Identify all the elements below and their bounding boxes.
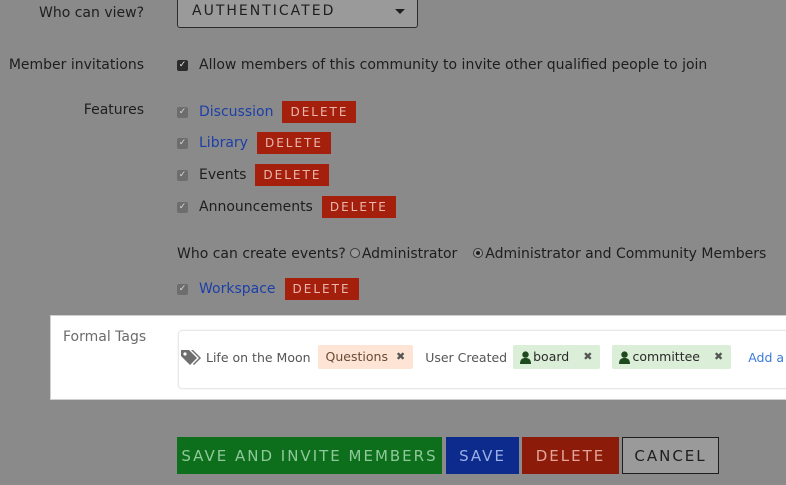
invitations-row: ✓ Allow members of this community to inv… [177,57,707,73]
events-checkbox[interactable]: ✓ [177,169,188,181]
remove-board-icon[interactable]: ✖ [583,345,592,369]
feature-events-row: ✓ Events DELETE [177,164,330,186]
workspace-delete-button[interactable]: DELETE [284,278,359,300]
tag-life-on-the-moon: Life on the Moon [206,349,311,365]
tags-row: Life on the Moon Questions ✖ User Create… [179,345,786,369]
feature-announcements-row: ✓ Announcements DELETE [177,196,396,218]
feature-discussion-row: ✓ Discussion DELETE [177,101,357,123]
invitations-checkbox[interactable]: ✓ [177,59,188,71]
announcements-delete-button[interactable]: DELETE [321,196,396,218]
tag-chip-questions: Questions ✖ [317,345,414,369]
tag-chip-board-label: board [533,349,570,364]
library-delete-button[interactable]: DELETE [256,132,331,154]
discussion-link[interactable]: Discussion [199,104,273,120]
remove-questions-icon[interactable]: ✖ [396,345,405,369]
tag-chip-board: board ✖ [513,345,601,369]
library-checkbox[interactable]: ✓ [177,137,188,149]
caret-down-icon [395,9,405,14]
announcements-checkbox[interactable]: ✓ [177,201,188,213]
save-button[interactable]: SAVE [446,437,519,474]
user-icon [619,350,631,364]
features-label: Features [83,102,144,118]
invitations-checkbox-label: Allow members of this community to invit… [199,57,708,73]
workspace-checkbox[interactable]: ✓ [177,283,188,295]
add-tag-link[interactable]: Add a tag [748,350,786,365]
events-delete-button[interactable]: DELETE [255,164,330,186]
events-permission-row: Who can create events? Administrator Adm… [177,246,766,262]
tags-input[interactable]: Life on the Moon Questions ✖ User Create… [178,330,786,389]
member-invitations-label: Member invitations [8,57,144,73]
discussion-checkbox[interactable]: ✓ [177,106,188,118]
events-permission-question: Who can create events? [177,246,346,262]
visibility-selected-value: AUTHENTICATED [192,3,336,19]
feature-workspace-row: ✓ Workspace DELETE [177,278,359,300]
tag-chip-committee: committee ✖ [612,345,732,369]
radio-administrator-members-label: Administrator and Community Members [485,246,767,262]
announcements-label: Announcements [199,199,313,215]
radio-administrator-label: Administrator [361,246,458,262]
events-label: Events [199,167,247,183]
radio-administrator[interactable] [349,248,360,258]
remove-committee-icon[interactable]: ✖ [714,345,723,369]
user-created-label: User Created [425,349,508,365]
workspace-link[interactable]: Workspace [199,281,276,297]
discussion-delete-button[interactable]: DELETE [282,101,357,123]
user-icon [520,350,532,364]
radio-administrator-members[interactable] [473,248,484,258]
formal-tags-panel: Formal Tags Life on the Moon Questions ✖… [50,315,786,400]
formal-tags-label: Formal Tags [63,329,147,345]
delete-button[interactable]: DELETE [522,437,619,474]
visibility-select[interactable]: AUTHENTICATED [177,0,418,28]
who-can-view-label: Who can view? [39,5,144,21]
tag-chip-committee-label: committee [632,349,700,364]
save-and-invite-button[interactable]: SAVE AND INVITE MEMBERS [177,437,442,474]
library-link[interactable]: Library [199,135,248,151]
tags-icon [181,350,201,365]
tag-chip-questions-label: Questions [325,349,388,364]
cancel-button[interactable]: CANCEL [622,437,719,474]
feature-library-row: ✓ Library DELETE [177,132,331,154]
